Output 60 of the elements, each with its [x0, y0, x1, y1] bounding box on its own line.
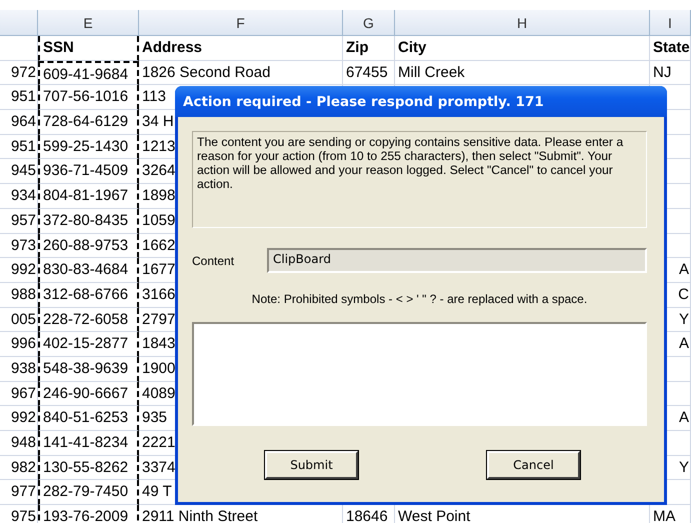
table-cell: 228-72-6058	[38, 308, 139, 332]
table-cell: 707-56-1016	[38, 85, 139, 110]
table-cell: 402-15-2877	[38, 332, 139, 357]
header-cell: SSN	[38, 36, 139, 61]
table-cell: 996	[0, 332, 38, 357]
header-cell: Address	[139, 36, 343, 61]
column-header[interactable]: E	[38, 10, 139, 36]
table-cell: 372-80-8435	[38, 208, 139, 234]
header-cell: City	[395, 36, 650, 61]
table-cell: 804-81-1967	[38, 184, 139, 209]
table-cell: 67455	[343, 60, 395, 86]
column-header[interactable]: F	[139, 10, 343, 36]
empty-cell	[0, 36, 38, 61]
content-field: ClipBoard	[267, 248, 647, 273]
header-cell: State	[650, 36, 691, 61]
table-cell: 1826 Second Road	[139, 60, 343, 86]
table-cell: 936-71-4509	[38, 159, 139, 184]
reason-field[interactable]	[192, 322, 647, 426]
table-cell: 967	[0, 382, 38, 406]
table-cell: 972	[0, 60, 38, 86]
column-header[interactable]: I	[650, 10, 691, 36]
table-cell: 934	[0, 184, 38, 209]
cancel-button[interactable]: Cancel	[487, 451, 580, 479]
table-cell: 830-83-4684	[38, 258, 139, 283]
table-cell: 964	[0, 110, 38, 135]
table-cell: 992	[0, 406, 38, 431]
dialog-title: Action required - Please respond promptly. 171	[175, 86, 667, 117]
table-cell: 975	[0, 505, 38, 523]
table-cell: 992	[0, 258, 38, 283]
table-cell: NJ	[650, 60, 691, 86]
column-header[interactable]: G	[343, 10, 395, 36]
table-cell: 130-55-8262	[38, 456, 139, 480]
table-cell: Mill Creek	[395, 60, 650, 86]
table-cell: 282-79-7450	[38, 480, 139, 506]
table-cell: 840-51-6253	[38, 406, 139, 431]
message-text: The content you are sending or copying contains sensitive data. Please enter a reason for your action (from 10 to 255 characters), then select "Submit". Your action will be allowed and your reason logged. Select "Cancel" to cancel your action.	[192, 131, 647, 228]
table-cell: 193-76-2009	[38, 505, 139, 523]
table-cell: 260-88-9753	[38, 234, 139, 258]
table-cell: 951	[0, 134, 38, 160]
table-cell: 548-38-9639	[38, 356, 139, 382]
table-cell: 977	[0, 480, 38, 506]
table-cell: 988	[0, 282, 38, 308]
corner-header[interactable]	[0, 10, 38, 36]
table-cell: 728-64-6129	[38, 110, 139, 135]
table-cell: 957	[0, 208, 38, 234]
table-cell: 951	[0, 85, 38, 110]
table-cell: 973	[0, 234, 38, 258]
submit-button[interactable]: Submit	[265, 451, 358, 479]
table-cell: 948	[0, 431, 38, 456]
table-cell: 938	[0, 356, 38, 382]
table-cell: 141-41-8234	[38, 431, 139, 456]
table-cell: 982	[0, 456, 38, 480]
table-cell: 945	[0, 159, 38, 184]
column-header[interactable]: H	[395, 10, 650, 36]
table-cell: 599-25-1430	[38, 134, 139, 160]
table-cell: 312-68-6766	[38, 282, 139, 308]
table-cell: 246-90-6667	[38, 382, 139, 406]
header-cell: Zip	[343, 36, 395, 61]
table-cell: 005	[0, 308, 38, 332]
table-cell: 609-41-9684	[38, 60, 139, 86]
